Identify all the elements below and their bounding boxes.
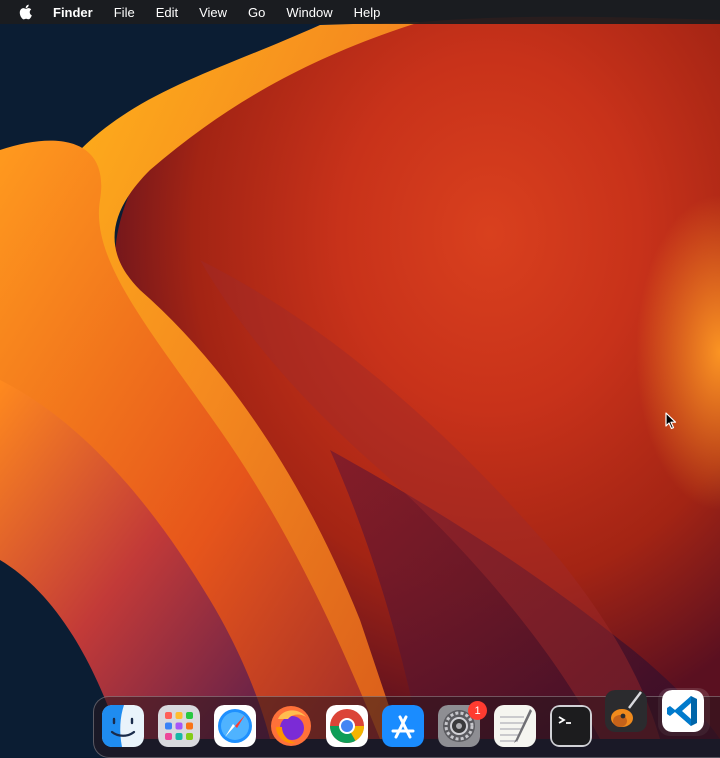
chrome-icon[interactable] [326,705,368,747]
safari-icon[interactable] [214,705,256,747]
menu-help[interactable]: Help [354,5,381,20]
textedit-icon[interactable] [494,705,536,747]
menu-go[interactable]: Go [248,5,265,20]
menu-finder[interactable]: Finder [53,5,93,20]
garageband-icon[interactable] [605,690,647,732]
launchpad-icon[interactable] [158,705,200,747]
finder-icon[interactable] [102,705,144,747]
desktop-wallpaper [0,0,720,739]
vscode-icon[interactable] [662,690,704,732]
menu-file[interactable]: File [114,5,135,20]
firefox-icon[interactable] [270,705,312,747]
apple-logo-icon[interactable] [19,4,33,20]
mouse-cursor-icon [665,412,677,430]
menu-bar: Finder File Edit View Go Window Help [0,0,720,24]
notification-badge: 1 [468,701,487,720]
menu-view[interactable]: View [199,5,227,20]
menu-edit[interactable]: Edit [156,5,178,20]
menu-window[interactable]: Window [286,5,332,20]
terminal-icon[interactable] [550,705,592,747]
app-store-icon[interactable] [382,705,424,747]
